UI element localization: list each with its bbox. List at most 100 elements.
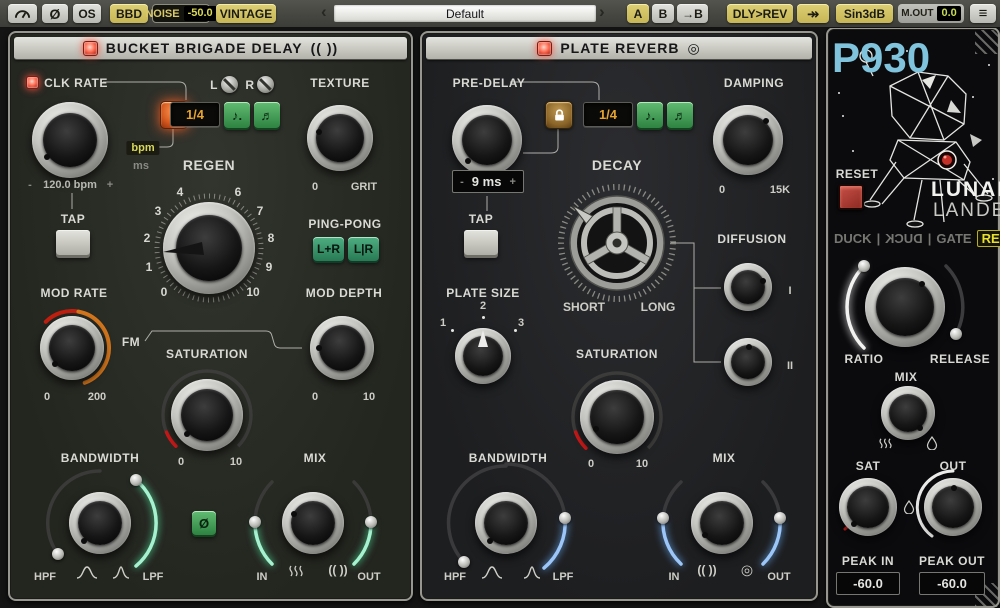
- regen-tick-9: 9: [266, 260, 273, 274]
- preset-next-icon[interactable]: ›: [599, 2, 605, 22]
- decay-knob[interactable]: [552, 178, 682, 308]
- clk-rate-dec[interactable]: -: [28, 179, 32, 191]
- reverb-lpf-thumb[interactable]: [559, 512, 571, 524]
- dotted-note-icon: ♪.: [645, 108, 655, 123]
- reverb-tap-label: TAP: [469, 212, 494, 226]
- routing-order-button[interactable]: DLY>REV: [727, 4, 793, 23]
- reverb-mix-label: MIX: [713, 451, 736, 465]
- texture-knob[interactable]: [307, 105, 373, 171]
- ui-scale-dial-button[interactable]: [8, 4, 37, 23]
- mod-depth-knob[interactable]: [310, 316, 374, 380]
- diffusion-2-knob[interactable]: [724, 338, 772, 386]
- reverb-mix-in-thumb[interactable]: [657, 512, 669, 524]
- reverb-tap-button[interactable]: [464, 230, 498, 255]
- ping-pong-sum-button[interactable]: L+R: [313, 237, 344, 261]
- peak-out-value[interactable]: -60.0: [919, 572, 985, 595]
- ping-pong-split-button[interactable]: L|R: [348, 237, 379, 261]
- delay-hpf-thumb[interactable]: [52, 548, 64, 560]
- out-knob[interactable]: [924, 478, 982, 536]
- regen-tick-2: 2: [144, 231, 151, 245]
- left-trim-screw[interactable]: [221, 76, 238, 93]
- delay-power-led[interactable]: [83, 41, 98, 56]
- dial-icon: [14, 7, 31, 20]
- mod-rate-knob[interactable]: [40, 316, 104, 380]
- noise-value[interactable]: -50.0: [184, 6, 217, 21]
- delay-hpf-label: HPF: [34, 571, 56, 583]
- delay-tap-button[interactable]: [56, 230, 90, 255]
- preset-prev-icon[interactable]: ‹: [321, 2, 327, 22]
- reverb-saturation-label: SATURATION: [576, 347, 658, 361]
- delay-lpf-thumb[interactable]: [130, 474, 142, 486]
- preset-field[interactable]: Default: [334, 5, 596, 22]
- copy-to-b-button[interactable]: →B: [677, 4, 708, 23]
- clk-sync-led: [26, 76, 39, 89]
- delay-bandwidth-knob[interactable]: [69, 492, 131, 554]
- delay-bandwidth-label: BANDWIDTH: [61, 451, 140, 465]
- regen-knob[interactable]: [163, 202, 255, 294]
- release-thumb[interactable]: [950, 328, 962, 340]
- oversampling-button[interactable]: OS: [73, 4, 101, 23]
- pre-delay-lock-button[interactable]: [545, 101, 573, 129]
- preset-b-button[interactable]: B: [652, 4, 674, 23]
- lander-mix-knob[interactable]: [881, 386, 935, 440]
- delay-mix-knob[interactable]: [282, 492, 344, 554]
- mod-rate-label: MOD RATE: [40, 286, 107, 300]
- reverb-bandwidth-knob[interactable]: [475, 492, 537, 554]
- delay-phase-button[interactable]: Ø: [192, 511, 216, 535]
- sat-label: SAT: [856, 459, 881, 473]
- ms-mode-label[interactable]: ms: [133, 160, 149, 172]
- diffusion-1-knob[interactable]: [724, 263, 772, 311]
- toolbar: Ø OS BBD NOISE -50.0 VINTAGE ‹ Default ›…: [0, 0, 1000, 28]
- clk-rate-knob[interactable]: [32, 102, 108, 178]
- compressor-knob[interactable]: [865, 267, 945, 347]
- regen-tick-1: 1: [146, 260, 153, 274]
- decay-max: LONG: [641, 300, 676, 314]
- preset-a-button[interactable]: A: [627, 4, 649, 23]
- triplet-note-button[interactable]: ♬: [254, 102, 280, 128]
- pre-delay-value[interactable]: - 9 ms +: [452, 170, 524, 193]
- clk-rate-value[interactable]: 120.0 bpm: [43, 179, 97, 191]
- mode-duck-reversed[interactable]: DUCK: [885, 231, 923, 246]
- pre-delay-knob[interactable]: [452, 105, 522, 175]
- pre-delay-inc[interactable]: +: [509, 176, 515, 188]
- mode-gate[interactable]: GATE: [936, 231, 971, 246]
- mode-duck[interactable]: DUCK: [834, 231, 872, 246]
- pan-law-button[interactable]: Sin3dB: [836, 4, 893, 23]
- bbd-mode-button[interactable]: BBD: [110, 4, 148, 23]
- delay-echo-icon: (( )): [311, 40, 339, 56]
- right-trim-screw[interactable]: [257, 76, 274, 93]
- delay-saturation-knob[interactable]: [171, 379, 243, 451]
- reverb-dotted-note-button[interactable]: ♪.: [637, 102, 663, 128]
- clk-sync-display[interactable]: 1/4: [170, 102, 220, 127]
- plate-size-selector[interactable]: [455, 328, 511, 384]
- mode-rev-badge[interactable]: REV: [977, 230, 1000, 247]
- bpm-mode-label[interactable]: bpm: [126, 141, 159, 155]
- reverb-triplet-note-button[interactable]: ♬: [667, 102, 693, 128]
- reverb-power-led[interactable]: [537, 41, 552, 56]
- vintage-mode-button[interactable]: VINTAGE: [216, 4, 276, 23]
- reverb-saturation-knob[interactable]: [580, 380, 654, 454]
- peak-in-value[interactable]: -60.0: [836, 572, 900, 595]
- fm-label: FM: [122, 335, 140, 349]
- delay-mix-out-thumb[interactable]: [365, 516, 377, 528]
- noise-control[interactable]: NOISE -50.0: [152, 4, 210, 23]
- mod-depth-label: MOD DEPTH: [306, 286, 383, 300]
- mout-value[interactable]: 0.0: [937, 6, 960, 21]
- dotted-note-button[interactable]: ♪.: [224, 102, 250, 128]
- damping-knob[interactable]: [713, 105, 783, 175]
- reverb-hpf-thumb[interactable]: [458, 556, 470, 568]
- sat-knob[interactable]: [839, 478, 897, 536]
- reverb-mix-knob[interactable]: [691, 492, 753, 554]
- left-trim-label: L: [210, 78, 218, 92]
- master-out-control[interactable]: M.OUT 0.0: [898, 4, 964, 23]
- ratio-thumb[interactable]: [858, 260, 870, 272]
- reverb-mix-out-thumb[interactable]: [774, 512, 786, 524]
- delay-mix-in-thumb[interactable]: [249, 516, 261, 528]
- reset-button[interactable]: [838, 184, 864, 210]
- routing-serial-icon[interactable]: ↠: [797, 4, 829, 23]
- menu-icon[interactable]: ≡: [970, 4, 996, 23]
- pre-delay-dec[interactable]: -: [460, 176, 464, 188]
- phase-invert-button[interactable]: Ø: [42, 4, 68, 23]
- clk-rate-inc[interactable]: +: [107, 179, 113, 191]
- pre-delay-sync-display[interactable]: 1/4: [583, 102, 633, 127]
